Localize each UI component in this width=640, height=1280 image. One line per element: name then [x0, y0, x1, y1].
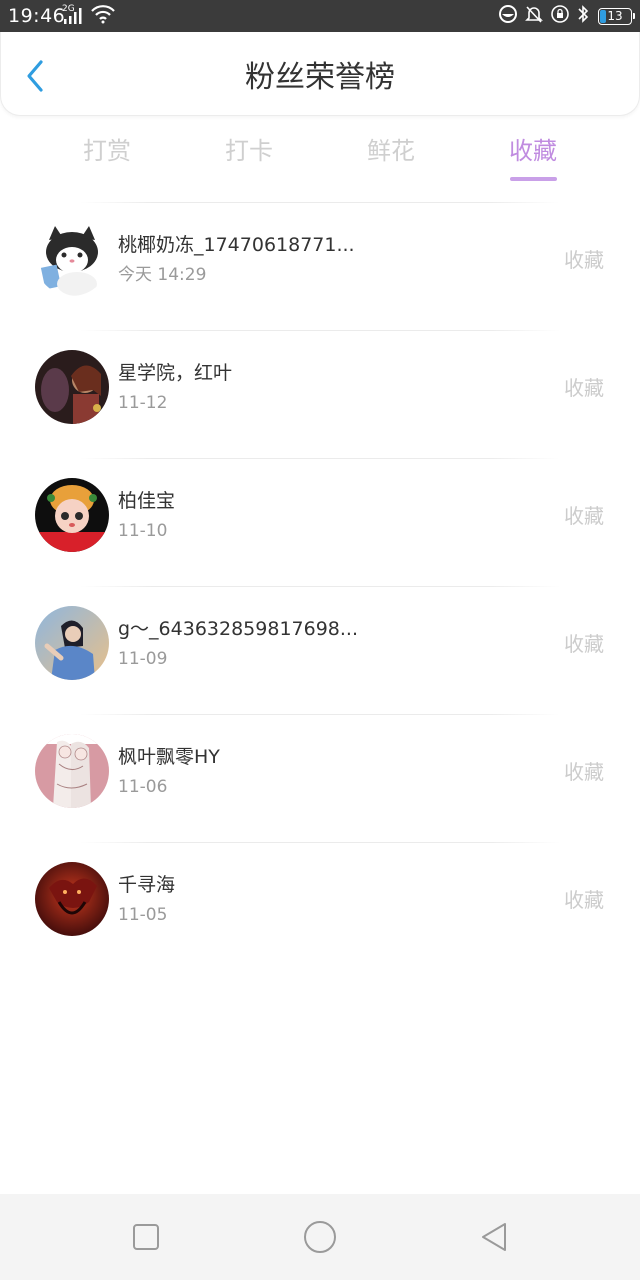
user-name: 千寻海 [118, 874, 176, 896]
user-name: g〜_643632859817698... [118, 618, 358, 640]
ring-icon [498, 4, 518, 28]
user-name: 桃椰奶冻_17470618771... [118, 234, 355, 256]
list-item[interactable]: g〜_643632859817698... 11-09 收藏 [0, 586, 640, 714]
signal-icon: 2G [62, 4, 84, 26]
network-type-label: 2G [62, 4, 75, 14]
user-name: 柏佳宝 [118, 490, 176, 512]
favorite-label: 收藏 [564, 632, 604, 656]
battery-level: 13 [607, 8, 623, 23]
favorite-label: 收藏 [564, 248, 604, 272]
divider [80, 586, 560, 587]
avatar[interactable] [35, 734, 109, 808]
favorite-label: 收藏 [564, 504, 604, 528]
divider [80, 714, 560, 715]
avatar[interactable] [35, 350, 109, 424]
avatar[interactable] [35, 478, 109, 552]
header: 粉丝荣誉榜 [0, 32, 640, 116]
favorite-label: 收藏 [564, 888, 604, 912]
tab-favorites[interactable]: 收藏 [473, 130, 593, 172]
tab-flowers[interactable]: 鲜花 [331, 130, 451, 172]
recent-apps-icon [133, 1224, 159, 1250]
status-left-icons: 2G [62, 4, 122, 28]
item-date: 今天 14:29 [118, 265, 207, 285]
item-date: 11-12 [118, 393, 168, 413]
divider [80, 842, 560, 843]
list-item[interactable]: 星学院，红叶 11-12 收藏 [0, 330, 640, 458]
item-date: 11-10 [118, 521, 168, 541]
item-date: 11-06 [118, 777, 168, 797]
navigation-bar [0, 1194, 640, 1280]
wifi-icon [90, 4, 116, 28]
avatar[interactable] [35, 222, 109, 296]
item-date: 11-05 [118, 905, 168, 925]
list-item[interactable]: 千寻海 11-05 收藏 [0, 842, 640, 970]
back-triangle-icon [482, 1223, 506, 1251]
list-item[interactable]: 柏佳宝 11-10 收藏 [0, 458, 640, 586]
tab-checkin[interactable]: 打卡 [189, 130, 309, 172]
divider [80, 458, 560, 459]
fan-list: 桃椰奶冻_17470618771... 今天 14:29 收藏 星学院，红叶 1… [0, 202, 640, 970]
battery-icon: 13 [598, 7, 635, 25]
status-right-icons: 13 [498, 4, 635, 28]
avatar[interactable] [35, 606, 109, 680]
avatar[interactable] [35, 862, 109, 936]
item-date: 11-09 [118, 649, 168, 669]
active-tab-indicator [510, 177, 557, 181]
user-name: 星学院，红叶 [118, 362, 233, 384]
lock-rotation-icon [550, 4, 570, 28]
divider [80, 330, 560, 331]
list-item[interactable]: 桃椰奶冻_17470618771... 今天 14:29 收藏 [0, 202, 640, 330]
tab-reward[interactable]: 打赏 [47, 130, 167, 172]
page-title: 粉丝荣誉榜 [245, 60, 395, 95]
list-item[interactable]: 枫叶飘零HY 11-06 收藏 [0, 714, 640, 842]
favorite-label: 收藏 [564, 376, 604, 400]
divider [80, 202, 560, 203]
home-icon [304, 1221, 336, 1253]
status-time: 19:46 [8, 5, 66, 27]
back-nav-button[interactable] [474, 1217, 514, 1257]
status-bar: 19:46 2G 13 [0, 0, 640, 32]
home-button[interactable] [300, 1217, 340, 1257]
recent-apps-button[interactable] [126, 1217, 166, 1257]
favorite-label: 收藏 [564, 760, 604, 784]
bell-mute-icon [524, 4, 544, 28]
tab-bar: 打赏 打卡 鲜花 收藏 [0, 130, 640, 190]
user-name: 枫叶飘零HY [118, 746, 220, 768]
bluetooth-icon [576, 4, 590, 28]
